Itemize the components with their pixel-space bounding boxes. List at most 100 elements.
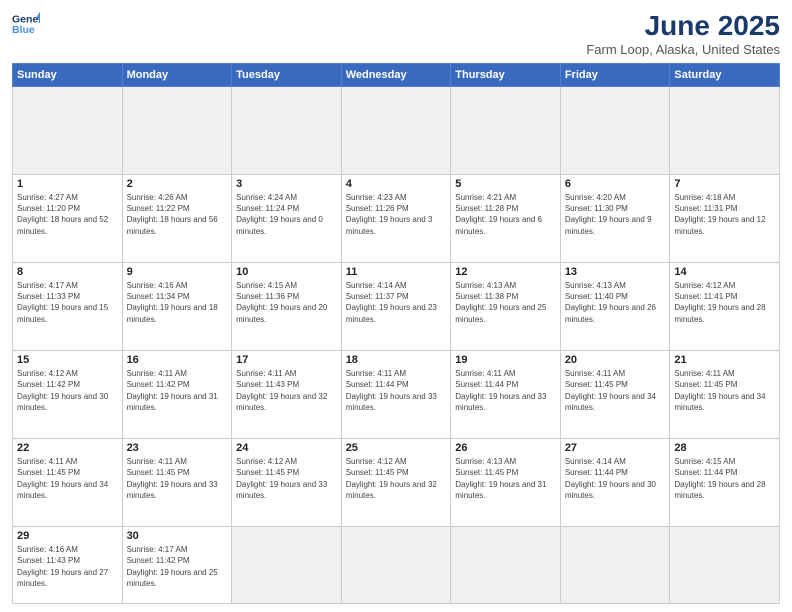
day-number: 1 bbox=[17, 178, 118, 190]
day-number: 4 bbox=[346, 178, 447, 190]
day-info: Sunrise: 4:11 AMSunset: 11:42 PMDaylight… bbox=[127, 368, 228, 413]
day-info: Sunrise: 4:12 AMSunset: 11:45 PMDaylight… bbox=[236, 456, 337, 501]
day-cell: 18 Sunrise: 4:11 AMSunset: 11:44 PMDaylig… bbox=[341, 351, 451, 439]
day-cell: 15Sunrise: 4:12 AMSunset: 11:42 PMDaylig… bbox=[13, 351, 123, 439]
header-saturday: Saturday bbox=[670, 64, 780, 87]
day-cell: 13Sunrise: 4:13 AMSunset: 11:40 PMDaylig… bbox=[560, 263, 670, 351]
day-info: Sunrise: 4:27 AMSunset: 11:20 PMDaylight… bbox=[17, 192, 118, 237]
week-row-3: 8 Sunrise: 4:17 AMSunset: 11:33 PMDayligh… bbox=[13, 263, 780, 351]
day-info: Sunrise: 4:11 AMSunset: 11:45 PMDaylight… bbox=[565, 368, 666, 413]
day-number: 11 bbox=[346, 266, 447, 278]
day-cell: 23Sunrise: 4:11 AMSunset: 11:45 PMDaylig… bbox=[122, 439, 232, 527]
day-cell: 7 Sunrise: 4:18 AMSunset: 11:31 PMDayligh… bbox=[670, 175, 780, 263]
days-header-row: Sunday Monday Tuesday Wednesday Thursday… bbox=[13, 64, 780, 87]
day-cell: 19 Sunrise: 4:11 AMSunset: 11:44 PMDaylig… bbox=[451, 351, 561, 439]
day-cell: 1 Sunrise: 4:27 AMSunset: 11:20 PMDayligh… bbox=[13, 175, 123, 263]
day-number: 7 bbox=[674, 178, 775, 190]
day-info: Sunrise: 4:14 AMSunset: 11:44 PMDaylight… bbox=[565, 456, 666, 501]
day-info: Sunrise: 4:13 AMSunset: 11:38 PMDaylight… bbox=[455, 280, 556, 325]
day-number: 18 bbox=[346, 354, 447, 366]
day-cell: 17 Sunrise: 4:11 AMSunset: 11:43 PMDaylig… bbox=[232, 351, 342, 439]
day-number: 26 bbox=[455, 442, 556, 454]
day-info: Sunrise: 4:11 AMSunset: 11:45 PMDaylight… bbox=[17, 456, 118, 501]
day-cell: 21Sunrise: 4:11 AMSunset: 11:45 PMDaylig… bbox=[670, 351, 780, 439]
logo: General Blue bbox=[12, 10, 40, 38]
day-info: Sunrise: 4:11 AMSunset: 11:44 PMDaylight… bbox=[455, 368, 556, 413]
day-number: 19 bbox=[455, 354, 556, 366]
day-cell bbox=[341, 87, 451, 175]
day-info: Sunrise: 4:11 AMSunset: 11:44 PMDaylight… bbox=[346, 368, 447, 413]
day-cell bbox=[670, 527, 780, 604]
header-sunday: Sunday bbox=[13, 64, 123, 87]
day-info: Sunrise: 4:16 AMSunset: 11:34 PMDaylight… bbox=[127, 280, 228, 325]
calendar-body: 1 Sunrise: 4:27 AMSunset: 11:20 PMDayligh… bbox=[13, 87, 780, 604]
day-cell: 4 Sunrise: 4:23 AMSunset: 11:26 PMDayligh… bbox=[341, 175, 451, 263]
day-cell: 25 Sunrise: 4:12 AMSunset: 11:45 PMDaylig… bbox=[341, 439, 451, 527]
day-cell: 30 Sunrise: 4:17 AMSunset: 11:42 PMDaylig… bbox=[122, 527, 232, 604]
day-info: Sunrise: 4:24 AMSunset: 11:24 PMDaylight… bbox=[236, 192, 337, 237]
day-cell bbox=[13, 87, 123, 175]
day-number: 2 bbox=[127, 178, 228, 190]
logo-icon: General Blue bbox=[12, 10, 40, 38]
day-cell: 10Sunrise: 4:15 AMSunset: 11:36 PMDaylig… bbox=[232, 263, 342, 351]
page: General Blue June 2025 Farm Loop, Alaska… bbox=[0, 0, 792, 612]
day-cell bbox=[670, 87, 780, 175]
day-cell bbox=[560, 87, 670, 175]
day-info: Sunrise: 4:21 AMSunset: 11:28 PMDaylight… bbox=[455, 192, 556, 237]
day-cell: 6Sunrise: 4:20 AMSunset: 11:30 PMDayligh… bbox=[560, 175, 670, 263]
day-cell: 24Sunrise: 4:12 AMSunset: 11:45 PMDaylig… bbox=[232, 439, 342, 527]
day-info: Sunrise: 4:23 AMSunset: 11:26 PMDaylight… bbox=[346, 192, 447, 237]
day-info: Sunrise: 4:13 AMSunset: 11:40 PMDaylight… bbox=[565, 280, 666, 325]
day-number: 12 bbox=[455, 266, 556, 278]
day-number: 25 bbox=[346, 442, 447, 454]
day-cell bbox=[560, 527, 670, 604]
day-cell: 26 Sunrise: 4:13 AMSunset: 11:45 PMDaylig… bbox=[451, 439, 561, 527]
day-cell: 22 Sunrise: 4:11 AMSunset: 11:45 PMDaylig… bbox=[13, 439, 123, 527]
day-info: Sunrise: 4:13 AMSunset: 11:45 PMDaylight… bbox=[455, 456, 556, 501]
day-cell: 20Sunrise: 4:11 AMSunset: 11:45 PMDaylig… bbox=[560, 351, 670, 439]
header-wednesday: Wednesday bbox=[341, 64, 451, 87]
day-number: 22 bbox=[17, 442, 118, 454]
day-number: 23 bbox=[127, 442, 228, 454]
header-friday: Friday bbox=[560, 64, 670, 87]
day-cell bbox=[451, 87, 561, 175]
day-info: Sunrise: 4:12 AMSunset: 11:42 PMDaylight… bbox=[17, 368, 118, 413]
header-tuesday: Tuesday bbox=[232, 64, 342, 87]
day-cell: 14 Sunrise: 4:12 AMSunset: 11:41 PMDaylig… bbox=[670, 263, 780, 351]
day-number: 28 bbox=[674, 442, 775, 454]
week-row-5: 22 Sunrise: 4:11 AMSunset: 11:45 PMDaylig… bbox=[13, 439, 780, 527]
day-number: 9 bbox=[127, 266, 228, 278]
week-row-1 bbox=[13, 87, 780, 175]
day-info: Sunrise: 4:17 AMSunset: 11:42 PMDaylight… bbox=[127, 544, 228, 589]
day-info: Sunrise: 4:15 AMSunset: 11:44 PMDaylight… bbox=[674, 456, 775, 501]
day-info: Sunrise: 4:15 AMSunset: 11:36 PMDaylight… bbox=[236, 280, 337, 325]
day-cell bbox=[451, 527, 561, 604]
day-cell: 28 Sunrise: 4:15 AMSunset: 11:44 PMDaylig… bbox=[670, 439, 780, 527]
day-cell: 9 Sunrise: 4:16 AMSunset: 11:34 PMDayligh… bbox=[122, 263, 232, 351]
day-number: 6 bbox=[565, 178, 666, 190]
day-cell bbox=[341, 527, 451, 604]
day-cell: 2Sunrise: 4:26 AMSunset: 11:22 PMDayligh… bbox=[122, 175, 232, 263]
week-row-2: 1 Sunrise: 4:27 AMSunset: 11:20 PMDayligh… bbox=[13, 175, 780, 263]
day-info: Sunrise: 4:14 AMSunset: 11:37 PMDaylight… bbox=[346, 280, 447, 325]
day-number: 8 bbox=[17, 266, 118, 278]
day-cell: 11 Sunrise: 4:14 AMSunset: 11:37 PMDaylig… bbox=[341, 263, 451, 351]
day-cell bbox=[232, 87, 342, 175]
day-cell: 12 Sunrise: 4:13 AMSunset: 11:38 PMDaylig… bbox=[451, 263, 561, 351]
day-number: 17 bbox=[236, 354, 337, 366]
day-number: 29 bbox=[17, 530, 118, 542]
day-info: Sunrise: 4:12 AMSunset: 11:45 PMDaylight… bbox=[346, 456, 447, 501]
day-cell: 16Sunrise: 4:11 AMSunset: 11:42 PMDaylig… bbox=[122, 351, 232, 439]
day-info: Sunrise: 4:11 AMSunset: 11:43 PMDaylight… bbox=[236, 368, 337, 413]
day-info: Sunrise: 4:18 AMSunset: 11:31 PMDaylight… bbox=[674, 192, 775, 237]
day-cell bbox=[122, 87, 232, 175]
header-thursday: Thursday bbox=[451, 64, 561, 87]
day-cell bbox=[232, 527, 342, 604]
day-info: Sunrise: 4:17 AMSunset: 11:33 PMDaylight… bbox=[17, 280, 118, 325]
svg-text:Blue: Blue bbox=[12, 24, 35, 36]
day-cell: 3Sunrise: 4:24 AMSunset: 11:24 PMDayligh… bbox=[232, 175, 342, 263]
day-number: 30 bbox=[127, 530, 228, 542]
day-number: 14 bbox=[674, 266, 775, 278]
week-row-6: 29Sunrise: 4:16 AMSunset: 11:43 PMDaylig… bbox=[13, 527, 780, 604]
day-info: Sunrise: 4:12 AMSunset: 11:41 PMDaylight… bbox=[674, 280, 775, 325]
